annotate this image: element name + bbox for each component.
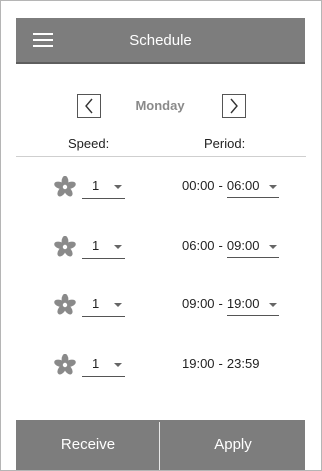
apply-button[interactable]: Apply <box>161 420 305 470</box>
day-navigator: Monday <box>0 94 322 120</box>
dropdown-caret-icon <box>114 303 122 307</box>
period-range: 06:00-09:00 <box>182 238 280 258</box>
period-end-select[interactable]: 06:00 <box>226 178 280 198</box>
period-separator: - <box>218 356 223 371</box>
fan-icon <box>54 235 76 258</box>
speed-value: 1 <box>92 238 100 253</box>
current-day-label: Monday <box>135 98 185 113</box>
app-header: Schedule <box>16 18 305 64</box>
fan-icon <box>54 293 76 316</box>
speed-value: 1 <box>92 356 100 371</box>
period-separator: - <box>218 178 223 193</box>
dropdown-caret-icon <box>114 363 122 367</box>
period-end-value: 06:00 <box>226 178 260 193</box>
period-end-value: 23:59 <box>226 356 260 371</box>
chevron-right-icon <box>230 98 238 114</box>
speed-select[interactable]: 1 <box>82 234 125 259</box>
chevron-left-icon <box>85 98 93 114</box>
period-range: 09:00-19:00 <box>182 296 280 316</box>
period-start-value: 19:00 <box>182 356 215 371</box>
schedule-row: 1 19:00-23:59 <box>0 352 322 382</box>
schedule-row: 1 09:00-19:00 <box>0 292 322 322</box>
receive-button[interactable]: Receive <box>16 420 160 470</box>
speed-select[interactable]: 1 <box>82 292 125 317</box>
next-day-button[interactable] <box>222 94 246 118</box>
fan-icon <box>54 175 76 198</box>
schedule-row: 1 00:00-06:00 <box>0 174 322 204</box>
period-start-value: 06:00 <box>182 238 215 253</box>
speed-select[interactable]: 1 <box>82 174 125 199</box>
dropdown-caret-icon <box>114 185 122 189</box>
dropdown-caret-icon <box>114 245 122 249</box>
period-start-value: 09:00 <box>182 296 215 311</box>
header-divider <box>16 156 306 157</box>
period-end-value: 19:00 <box>226 296 260 311</box>
schedule-row: 1 06:00-09:00 <box>0 234 322 264</box>
speed-value: 1 <box>92 178 100 193</box>
dropdown-caret-icon <box>269 185 278 189</box>
speed-select[interactable]: 1 <box>82 352 125 377</box>
footer-bar: Receive Apply <box>16 420 305 470</box>
period-end-select[interactable]: 19:00 <box>226 296 280 316</box>
dropdown-caret-icon <box>269 245 278 249</box>
page-title: Schedule <box>129 32 192 49</box>
period-end-value: 09:00 <box>226 238 260 253</box>
period-range: 19:00-23:59 <box>182 356 259 371</box>
period-separator: - <box>218 296 223 311</box>
fan-icon <box>54 353 76 376</box>
dropdown-caret-icon <box>269 303 278 307</box>
period-column-header: Period: <box>204 136 246 151</box>
previous-day-button[interactable] <box>77 94 101 118</box>
period-start-value: 00:00 <box>182 178 215 193</box>
speed-value: 1 <box>92 296 100 311</box>
period-range: 00:00-06:00 <box>182 178 280 198</box>
footer-divider <box>159 422 160 470</box>
speed-column-header: Speed: <box>68 136 110 151</box>
period-separator: - <box>218 238 223 253</box>
period-end-select[interactable]: 09:00 <box>226 238 280 258</box>
